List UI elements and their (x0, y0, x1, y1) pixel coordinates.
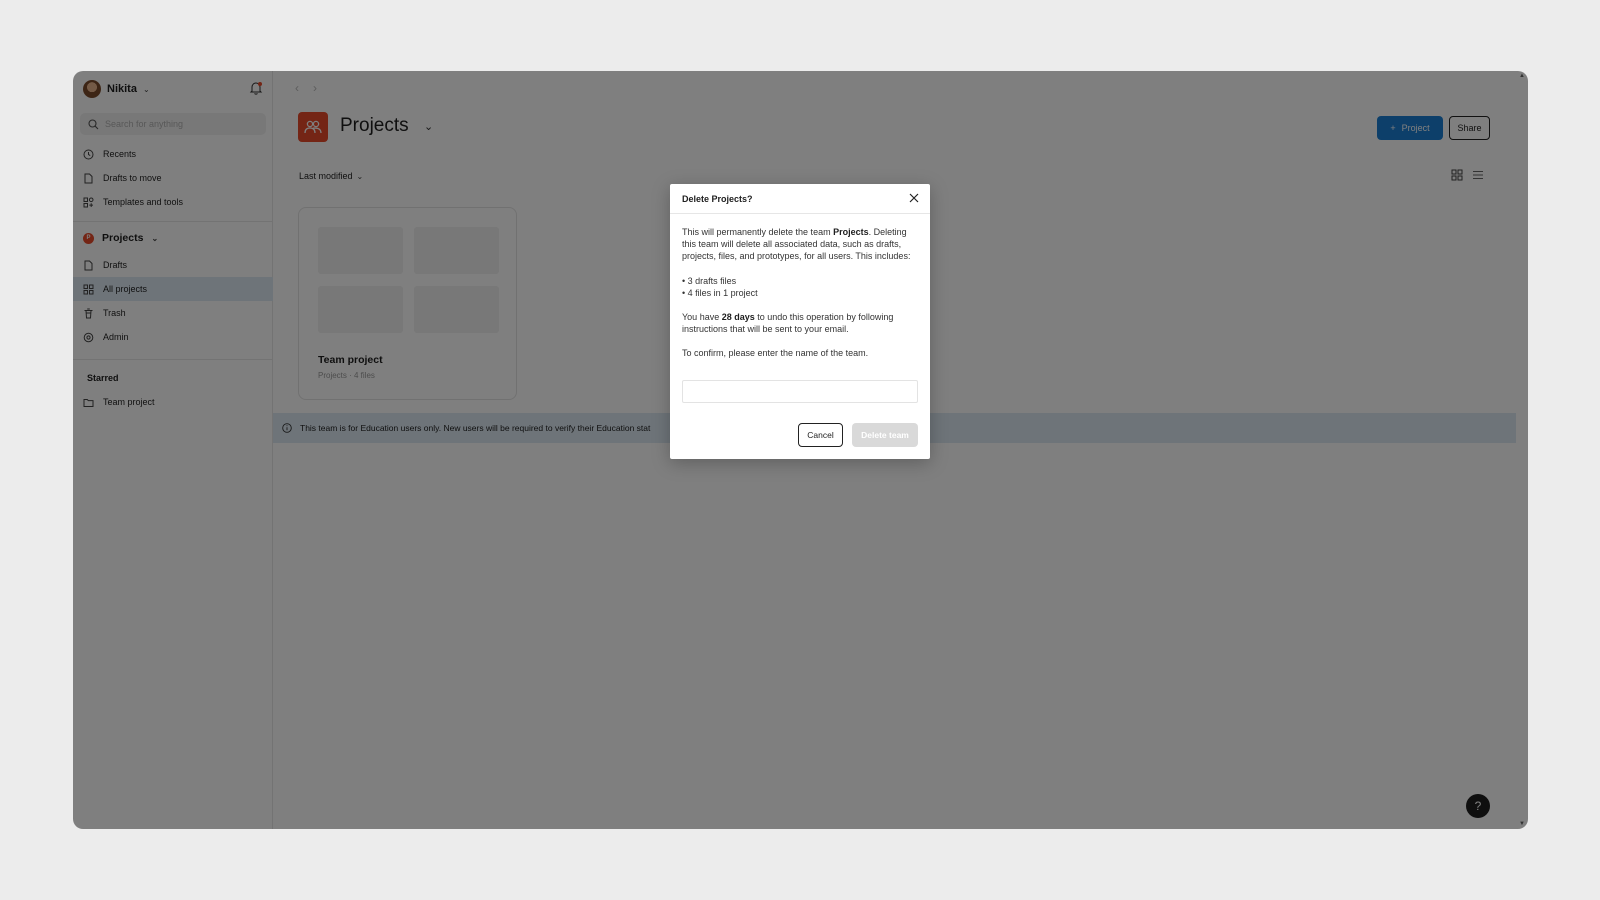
confirm-instruction: To confirm, please enter the name of the… (682, 348, 869, 359)
dialog-title: Delete Projects? (682, 193, 753, 204)
dialog-undo-note: You have 28 days to undo this operation … (682, 311, 918, 335)
team-name-confirm-input[interactable] (682, 380, 918, 403)
close-icon[interactable] (908, 192, 920, 204)
team-name-bold: Projects (833, 227, 869, 237)
undo-text: You have (682, 312, 722, 323)
dialog-list: • 3 drafts files • 4 files in 1 project (682, 275, 918, 299)
warning-text: This will permanently delete the team (682, 227, 834, 237)
dialog-warning: This will permanently delete the team Pr… (682, 226, 918, 263)
cancel-button[interactable]: Cancel (798, 423, 843, 447)
dialog-body: This will permanently delete the team Pr… (682, 226, 918, 372)
delete-team-button[interactable]: Delete team (852, 423, 918, 447)
list-item: • 3 drafts files (682, 275, 737, 286)
delete-team-dialog: Delete Projects? This will permanently d… (670, 184, 930, 459)
list-item: • 4 files in 1 project (682, 287, 758, 298)
days-bold: 28 days (721, 312, 755, 323)
